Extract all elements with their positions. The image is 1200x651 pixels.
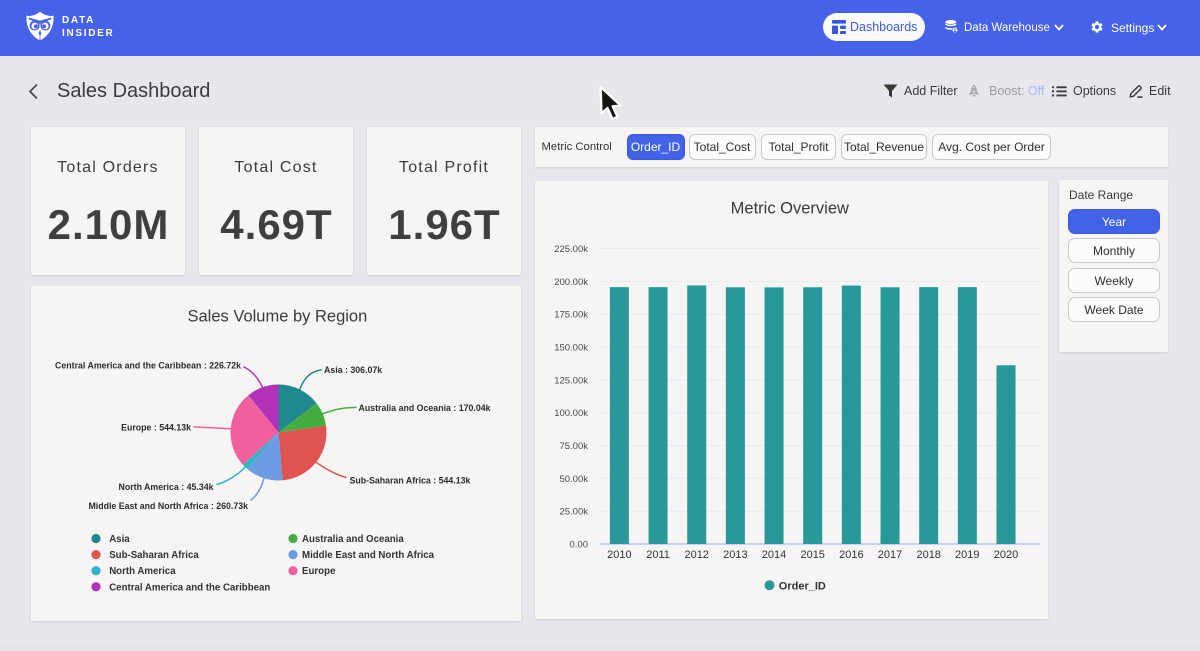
svg-text:Order_ID: Order_ID <box>779 581 826 593</box>
svg-text:2011: 2011 <box>646 549 670 561</box>
svg-text:25.00k: 25.00k <box>559 507 588 518</box>
svg-text:Australia and Oceania : 170.04: Australia and Oceania : 170.04k <box>359 403 491 413</box>
svg-text:2016: 2016 <box>839 549 863 561</box>
svg-text:Europe : 544.13k: Europe : 544.13k <box>121 422 191 432</box>
svg-text:175.00k: 175.00k <box>554 310 588 321</box>
svg-text:150.00k: 150.00k <box>554 343 588 354</box>
svg-text:Asia: Asia <box>109 534 130 545</box>
svg-text:Middle East and North Africa :: Middle East and North Africa : 260.73k <box>88 501 248 511</box>
svg-text:Central America and the Caribb: Central America and the Caribbean <box>109 582 270 593</box>
svg-text:Metric Overview: Metric Overview <box>731 200 849 218</box>
svg-text:Australia and Oceania: Australia and Oceania <box>302 534 404 545</box>
svg-text:Sub-Saharan Africa: Sub-Saharan Africa <box>109 550 199 561</box>
svg-text:Asia : 306.07k: Asia : 306.07k <box>324 365 382 375</box>
svg-text:2018: 2018 <box>916 549 940 561</box>
svg-text:50.00k: 50.00k <box>559 474 588 485</box>
svg-text:Sub-Saharan Africa : 544.13k: Sub-Saharan Africa : 544.13k <box>350 476 471 486</box>
svg-text:2020: 2020 <box>994 549 1018 561</box>
svg-text:North America : 45.34k: North America : 45.34k <box>118 482 213 492</box>
svg-text:125.00k: 125.00k <box>554 375 588 386</box>
svg-text:75.00k: 75.00k <box>559 441 588 452</box>
svg-text:Europe: Europe <box>302 566 336 577</box>
svg-text:2017: 2017 <box>878 549 902 561</box>
svg-text:100.00k: 100.00k <box>554 408 588 419</box>
svg-text:Sales Volume by Region: Sales Volume by Region <box>188 307 368 325</box>
svg-text:0.00: 0.00 <box>570 540 589 551</box>
svg-text:Central America and the Caribb: Central America and the Caribbean : 226.… <box>55 361 241 371</box>
svg-text:North America: North America <box>109 566 176 577</box>
svg-text:2019: 2019 <box>955 549 979 561</box>
svg-text:200.00k: 200.00k <box>554 277 588 288</box>
svg-text:225.00k: 225.00k <box>554 244 588 255</box>
svg-text:2013: 2013 <box>723 549 747 561</box>
svg-text:2010: 2010 <box>607 549 631 561</box>
svg-text:2015: 2015 <box>800 549 824 561</box>
svg-text:2012: 2012 <box>684 549 708 561</box>
svg-text:Middle East and North Africa: Middle East and North Africa <box>302 550 435 561</box>
svg-text:2014: 2014 <box>762 549 786 561</box>
